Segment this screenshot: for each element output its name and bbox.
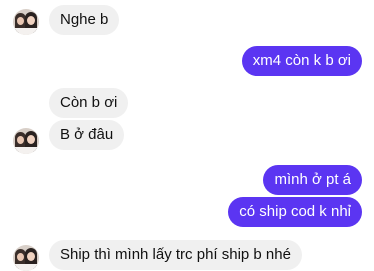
message-bubble-incoming[interactable]: Ship thì mình lấy trc phí ship b nhé (49, 240, 302, 270)
message-bubble-outgoing[interactable]: mình ở pt á (263, 165, 362, 195)
message-bubble-incoming[interactable]: Còn b ơi (49, 88, 129, 118)
message-bubble-incoming[interactable]: Nghe b (49, 5, 120, 35)
message-bubble-incoming[interactable]: B ở đâu (49, 120, 125, 150)
contact-avatar[interactable] (13, 9, 39, 35)
message-bubble-outgoing[interactable]: có ship cod k nhỉ (228, 197, 362, 227)
message-bubble-outgoing[interactable]: xm4 còn k b ơi (241, 46, 362, 76)
contact-avatar[interactable] (13, 245, 39, 271)
contact-avatar[interactable] (13, 128, 39, 154)
